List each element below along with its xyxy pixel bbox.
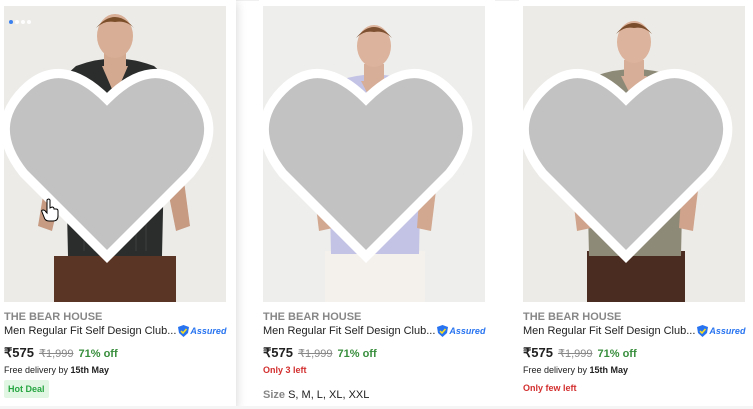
product-title[interactable]: Men Regular Fit Self Design Club...: [4, 325, 176, 337]
product-card[interactable]: THE BEAR HOUSE Men Regular Fit Self Desi…: [0, 0, 236, 409]
delivery-info: Free delivery by 15th May: [523, 365, 628, 375]
assured-badge: Assured: [437, 325, 485, 337]
product-image[interactable]: [523, 6, 745, 302]
original-price: ₹1,999: [557, 348, 593, 360]
product-card[interactable]: THE BEAR HOUSE Men Regular Fit Self Desi…: [259, 0, 495, 409]
assured-label: Assured: [709, 326, 746, 336]
product-image[interactable]: [263, 6, 485, 302]
stock-note: Only few left: [523, 383, 577, 393]
assured-shield-icon: [437, 325, 449, 337]
wishlist-heart-icon[interactable]: [4, 16, 218, 302]
delivery-date: 15th May: [70, 365, 110, 375]
product-brand: THE BEAR HOUSE: [263, 311, 362, 323]
hand-cursor-icon: [41, 198, 59, 222]
delivery-prefix: Free delivery by: [523, 365, 590, 375]
size-label: Size: [263, 389, 286, 401]
product-title-row[interactable]: Men Regular Fit Self Design Club... Assu…: [4, 325, 226, 337]
original-price: ₹1,999: [297, 348, 333, 360]
product-title-row[interactable]: Men Regular Fit Self Design Club... Assu…: [263, 325, 485, 337]
assured-shield-icon: [178, 325, 190, 337]
product-card[interactable]: THE BEAR HOUSE Men Regular Fit Self Desi…: [519, 0, 753, 409]
wishlist-heart-icon[interactable]: [263, 16, 477, 302]
original-price: ₹1,999: [38, 348, 74, 360]
discount-percent: 71% off: [597, 348, 637, 360]
price-row: ₹575 ₹1,999 71% off: [263, 345, 377, 361]
delivery-prefix: Free delivery by: [4, 365, 71, 375]
assured-label: Assured: [190, 326, 227, 336]
assured-label: Assured: [449, 326, 486, 336]
product-brand: THE BEAR HOUSE: [4, 311, 103, 323]
discount-percent: 71% off: [337, 348, 377, 360]
stock-note: Only 3 left: [263, 365, 307, 375]
hot-deal-badge: Hot Deal: [4, 380, 49, 398]
price-row: ₹575 ₹1,999 71% off: [523, 345, 637, 361]
wishlist-heart-icon[interactable]: [523, 16, 737, 302]
product-title[interactable]: Men Regular Fit Self Design Club...: [523, 325, 695, 337]
selling-price: ₹575: [523, 345, 553, 360]
price-row: ₹575 ₹1,999 71% off: [4, 345, 118, 361]
product-title[interactable]: Men Regular Fit Self Design Club...: [263, 325, 435, 337]
delivery-info: Free delivery by 15th May: [4, 365, 109, 375]
size-list: S, M, L, XL, XXL: [288, 389, 370, 401]
assured-badge: Assured: [697, 325, 745, 337]
product-image[interactable]: [4, 6, 226, 302]
selling-price: ₹575: [4, 345, 34, 360]
assured-badge: Assured: [178, 325, 226, 337]
selling-price: ₹575: [263, 345, 293, 360]
product-brand: THE BEAR HOUSE: [523, 311, 622, 323]
discount-percent: 71% off: [78, 348, 118, 360]
size-options: Size S, M, L, XL, XXL: [263, 389, 369, 401]
product-title-row[interactable]: Men Regular Fit Self Design Club... Assu…: [523, 325, 745, 337]
assured-shield-icon: [697, 325, 709, 337]
delivery-date: 15th May: [589, 365, 629, 375]
